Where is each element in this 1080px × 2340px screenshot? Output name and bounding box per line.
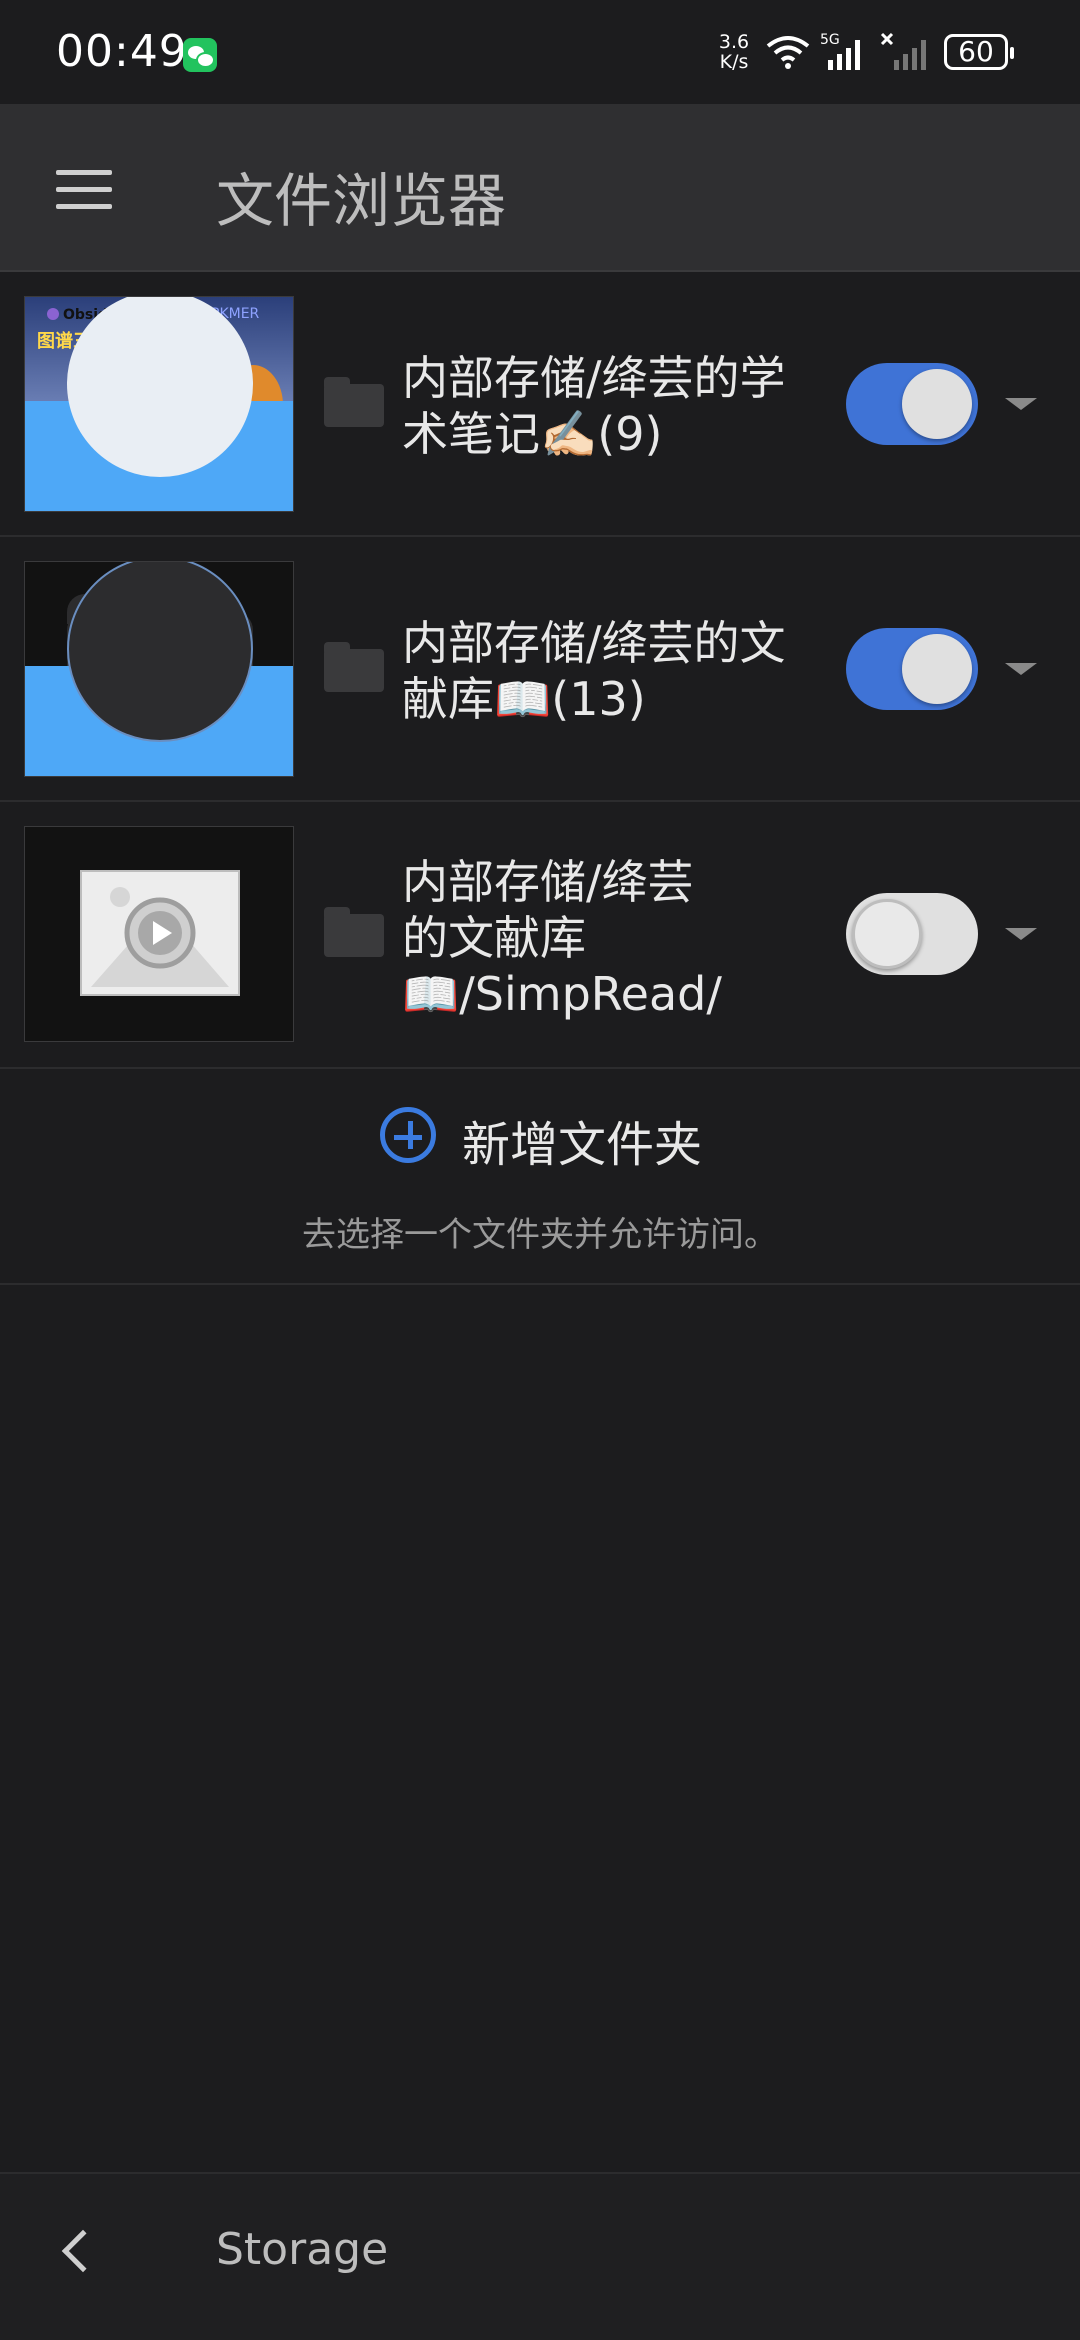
video-placeholder-icon [80,870,240,996]
folder-icon [324,377,384,427]
signal-5g-label: 5G [820,32,840,48]
folder-thumbnail [24,561,294,777]
status-time: 00:49 [56,26,188,77]
wifi-icon [766,36,810,69]
wechat-notification-icon [183,38,217,72]
chevron-down-icon[interactable] [1005,398,1037,410]
network-speed-value: 3.6 [718,31,750,53]
app-bar: 文件浏览器 [0,104,1080,272]
folder-tray-graphic [25,297,293,511]
storage-breadcrumb[interactable]: Storage [216,2224,388,2275]
folder-path-label: 内部存储/绛芸的文献库📖(13) [402,616,786,726]
back-chevron-icon[interactable] [61,2229,105,2273]
obsidian-logo-icon [47,308,59,320]
folder-row[interactable]: 内部存储/绛芸的文献库📖/SimpRead/ [0,802,1080,1069]
bottom-bar: Storage [0,2172,1080,2340]
folder-path-label: 内部存储/绛芸的文献库📖/SimpRead/ [402,855,722,1021]
add-folder-label: 新增文件夹 [462,1117,703,1173]
chevron-down-icon[interactable] [1005,928,1037,940]
hamburger-menu-icon[interactable] [56,170,112,210]
battery-level: 60 [958,35,994,68]
page-title: 文件浏览器 [216,167,507,235]
status-bar: 00:49 3.6 K/s 5G 60 [0,0,1080,104]
folder-path-label: 内部存储/绛芸的学术笔记✍🏻(9) [402,351,786,461]
folder-icon [324,642,384,692]
cell-signal-no-service-icon [880,32,926,70]
cell-signal-5g-icon: 5G [820,32,860,70]
add-circle-icon [380,1107,436,1163]
folder-thumbnail: Obsidian PKMER 图谱三维化，知识可视化 [24,296,294,512]
network-speed-unit: K/s [719,51,749,73]
folder-thumbnail [24,826,294,1042]
folder-enable-toggle[interactable] [846,893,978,975]
folder-row[interactable]: 内部存储/绛芸的文献库📖(13) [0,537,1080,802]
folder-enable-toggle[interactable] [846,363,978,445]
add-folder-hint: 去选择一个文件夹并允许访问。 [302,1215,778,1255]
chevron-down-icon[interactable] [1005,663,1037,675]
folder-icon [324,907,384,957]
folder-tray-graphic [25,562,293,776]
folder-row[interactable]: Obsidian PKMER 图谱三维化，知识可视化 内部存储/绛芸的学术笔记✍… [0,272,1080,537]
battery-icon: 60 [944,34,1014,70]
network-speed: 3.6 K/s [714,32,754,72]
add-folder-section: 新增文件夹 去选择一个文件夹并允许访问。 [0,1069,1080,1285]
folder-enable-toggle[interactable] [846,628,978,710]
